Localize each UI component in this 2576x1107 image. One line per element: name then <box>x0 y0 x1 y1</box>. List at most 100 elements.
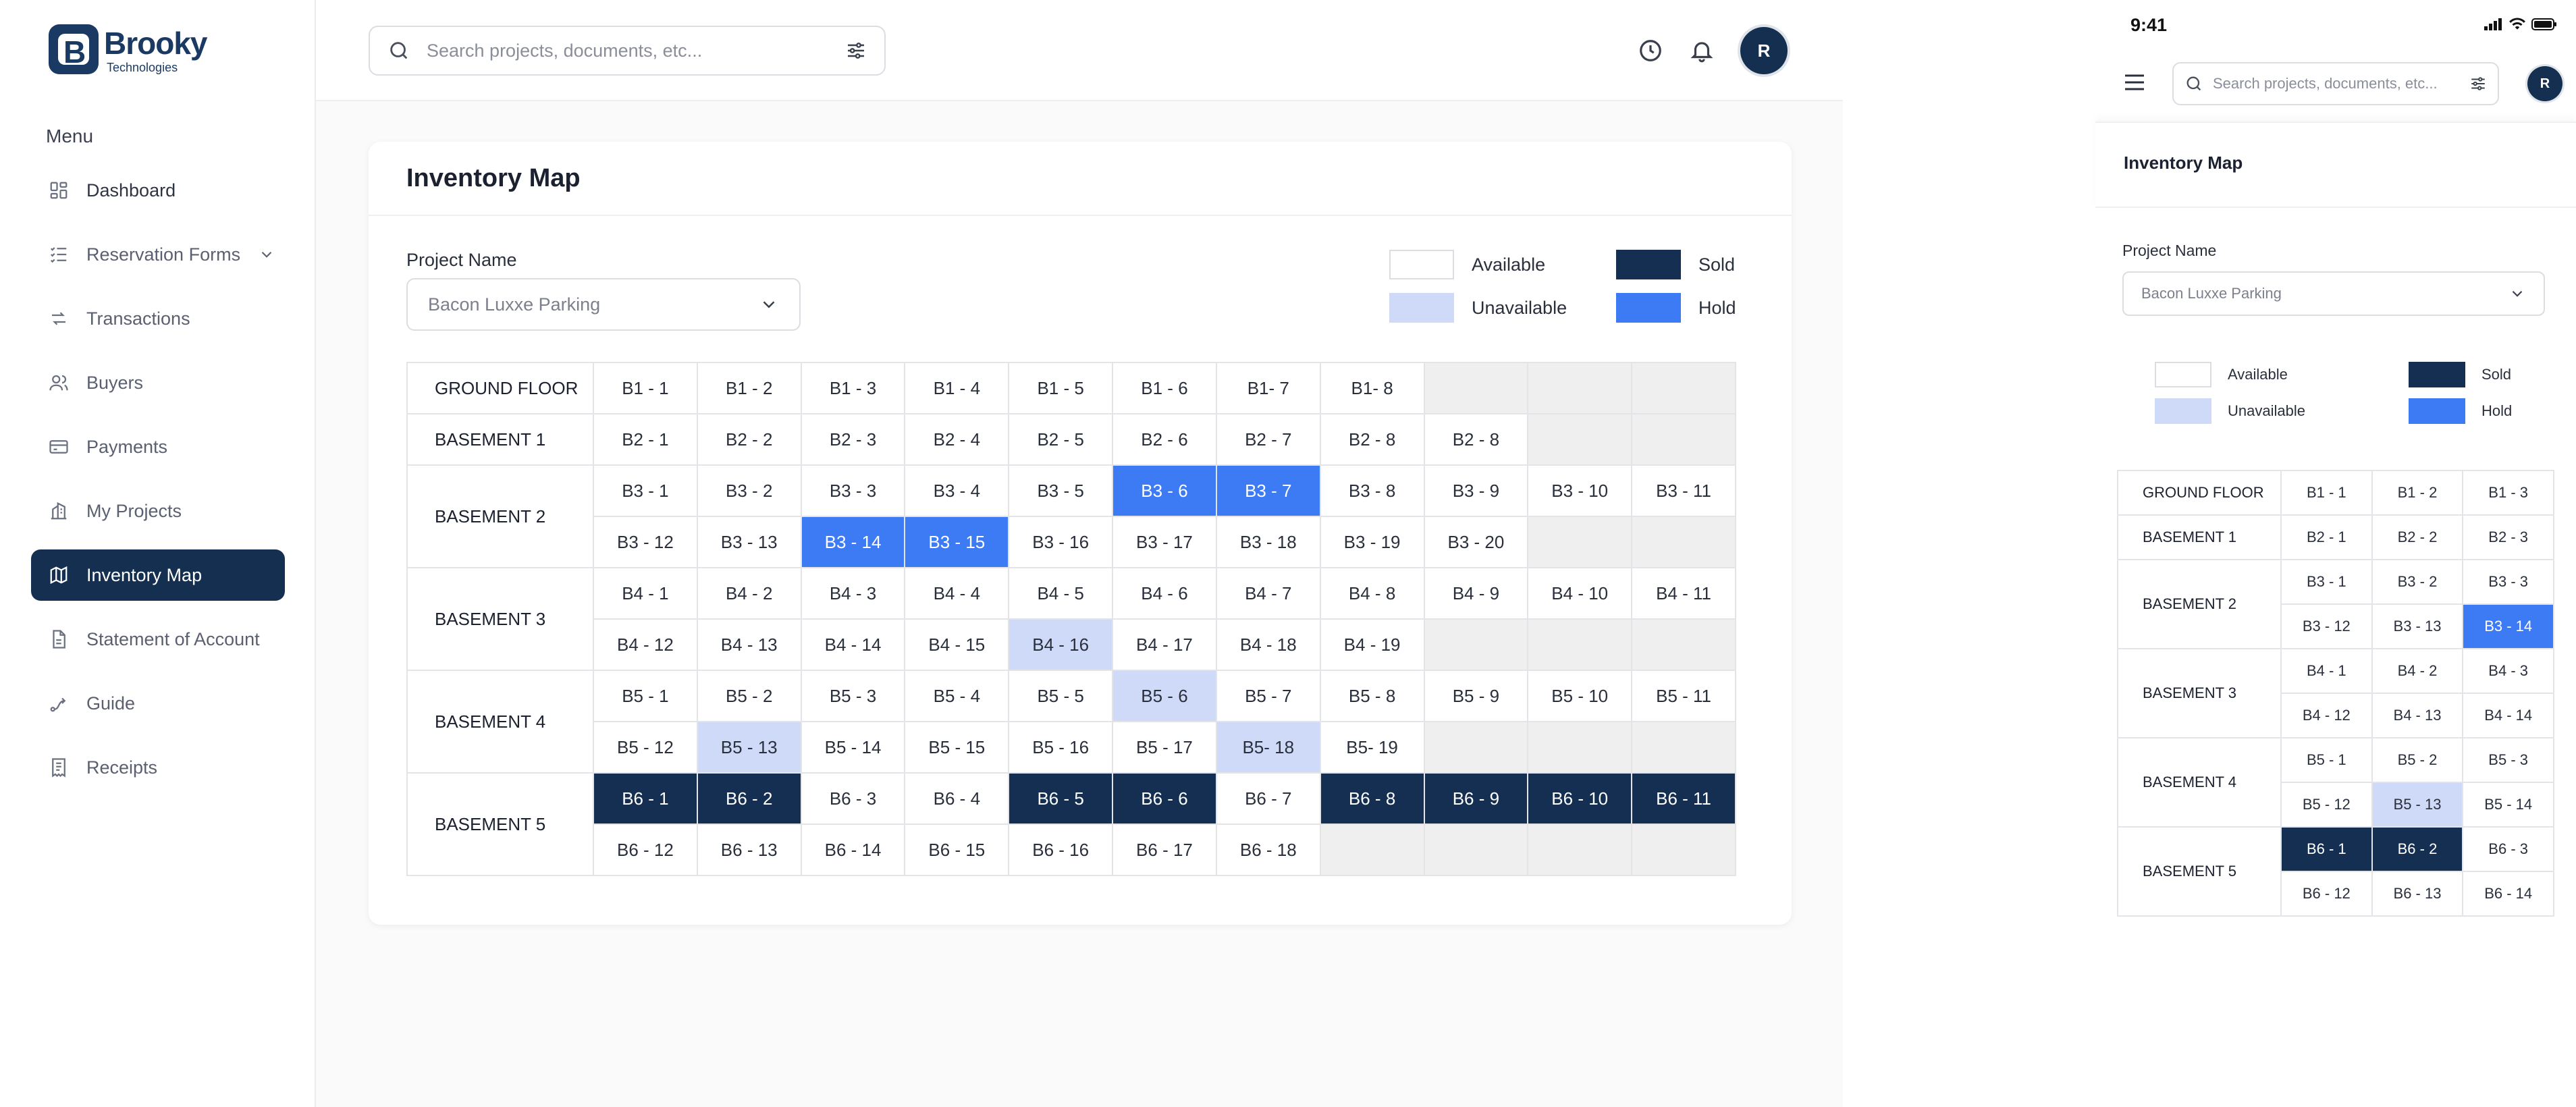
parking-slot-available[interactable]: B5 - 14 <box>800 721 906 774</box>
parking-slot-available[interactable]: B6 - 14 <box>2462 871 2554 917</box>
parking-slot-available[interactable]: B4 - 7 <box>1215 567 1321 620</box>
parking-slot-available[interactable]: B4 - 13 <box>696 618 802 671</box>
sidebar-item-my-projects[interactable]: My Projects <box>31 485 285 537</box>
parking-slot-available[interactable]: B6 - 3 <box>2462 826 2554 872</box>
parking-slot-available[interactable]: B3 - 17 <box>1112 516 1217 568</box>
parking-slot-available[interactable]: B6 - 18 <box>1215 824 1321 876</box>
parking-slot-available[interactable]: B5- 19 <box>1319 721 1425 774</box>
parking-slot-available[interactable]: B3 - 9 <box>1423 464 1529 517</box>
parking-slot-available[interactable]: B6 - 16 <box>1008 824 1114 876</box>
bell-icon[interactable] <box>1689 38 1715 63</box>
parking-slot-available[interactable]: B3 - 13 <box>2371 603 2464 649</box>
parking-slot-unavailable[interactable]: B5 - 13 <box>696 721 802 774</box>
parking-slot-available[interactable]: B3 - 2 <box>696 464 802 517</box>
parking-slot-available[interactable]: B4 - 12 <box>593 618 698 671</box>
parking-slot-sold[interactable]: B6 - 1 <box>593 772 698 825</box>
parking-slot-available[interactable]: B1 - 5 <box>1008 362 1114 414</box>
filter-icon[interactable] <box>845 40 867 61</box>
parking-slot-available[interactable]: B4 - 1 <box>2280 648 2373 694</box>
parking-slot-available[interactable]: B3 - 16 <box>1008 516 1114 568</box>
parking-slot-available[interactable]: B4 - 5 <box>1008 567 1114 620</box>
parking-slot-available[interactable]: B2 - 6 <box>1112 413 1217 466</box>
parking-slot-available[interactable]: B4 - 2 <box>2371 648 2464 694</box>
parking-slot-available[interactable]: B4 - 9 <box>1423 567 1529 620</box>
parking-slot-available[interactable]: B3 - 11 <box>1631 464 1736 517</box>
sidebar-item-guide[interactable]: Guide <box>31 678 285 729</box>
parking-slot-available[interactable]: B6 - 12 <box>593 824 698 876</box>
parking-slot-available[interactable]: B3 - 19 <box>1319 516 1425 568</box>
parking-slot-available[interactable]: B1 - 6 <box>1112 362 1217 414</box>
parking-slot-unavailable[interactable]: B5 - 6 <box>1112 670 1217 722</box>
parking-slot-hold[interactable]: B3 - 14 <box>2462 603 2554 649</box>
parking-slot-available[interactable]: B4 - 3 <box>800 567 906 620</box>
parking-slot-sold[interactable]: B6 - 11 <box>1631 772 1736 825</box>
search-input[interactable]: Search projects, documents, etc... <box>2172 62 2499 105</box>
parking-slot-available[interactable]: B3 - 18 <box>1215 516 1321 568</box>
parking-slot-available[interactable]: B5 - 15 <box>904 721 1010 774</box>
parking-slot-available[interactable]: B2 - 3 <box>800 413 906 466</box>
parking-slot-available[interactable]: B5 - 14 <box>2462 782 2554 828</box>
parking-slot-available[interactable]: B4 - 1 <box>593 567 698 620</box>
parking-slot-available[interactable]: B1 - 2 <box>2371 470 2464 516</box>
parking-slot-available[interactable]: B4 - 13 <box>2371 693 2464 738</box>
parking-slot-available[interactable]: B4 - 11 <box>1631 567 1736 620</box>
parking-slot-available[interactable]: B6 - 17 <box>1112 824 1217 876</box>
history-icon[interactable] <box>1638 38 1663 63</box>
parking-slot-available[interactable]: B5 - 1 <box>593 670 698 722</box>
parking-slot-sold[interactable]: B6 - 9 <box>1423 772 1529 825</box>
parking-slot-available[interactable]: B6 - 3 <box>800 772 906 825</box>
parking-slot-sold[interactable]: B6 - 5 <box>1008 772 1114 825</box>
parking-slot-available[interactable]: B1 - 1 <box>2280 470 2373 516</box>
parking-slot-unavailable[interactable]: B4 - 16 <box>1008 618 1114 671</box>
parking-slot-available[interactable]: B2 - 5 <box>1008 413 1114 466</box>
parking-slot-sold[interactable]: B6 - 1 <box>2280 826 2373 872</box>
hamburger-menu-icon[interactable] <box>2124 73 2145 92</box>
parking-slot-available[interactable]: B4 - 2 <box>696 567 802 620</box>
parking-slot-available[interactable]: B2 - 7 <box>1215 413 1321 466</box>
parking-slot-available[interactable]: B2 - 8 <box>1319 413 1425 466</box>
parking-slot-sold[interactable]: B6 - 2 <box>696 772 802 825</box>
parking-slot-available[interactable]: B5 - 5 <box>1008 670 1114 722</box>
parking-slot-unavailable[interactable]: B5- 18 <box>1215 721 1321 774</box>
parking-slot-available[interactable]: B2 - 2 <box>2371 514 2464 560</box>
parking-slot-available[interactable]: B2 - 8 <box>1423 413 1529 466</box>
parking-slot-sold[interactable]: B6 - 2 <box>2371 826 2464 872</box>
avatar[interactable]: R <box>2527 66 2562 101</box>
parking-slot-available[interactable]: B3 - 20 <box>1423 516 1529 568</box>
parking-slot-available[interactable]: B5 - 16 <box>1008 721 1114 774</box>
parking-slot-available[interactable]: B2 - 1 <box>593 413 698 466</box>
parking-slot-available[interactable]: B3 - 1 <box>2280 559 2373 605</box>
parking-slot-available[interactable]: B4 - 18 <box>1215 618 1321 671</box>
parking-slot-available[interactable]: B3 - 1 <box>593 464 698 517</box>
parking-slot-available[interactable]: B6 - 7 <box>1215 772 1321 825</box>
parking-slot-available[interactable]: B5 - 1 <box>2280 737 2373 783</box>
parking-slot-available[interactable]: B5 - 12 <box>593 721 698 774</box>
parking-slot-available[interactable]: B5 - 3 <box>2462 737 2554 783</box>
parking-slot-hold[interactable]: B3 - 7 <box>1215 464 1321 517</box>
filter-icon[interactable] <box>2469 75 2487 92</box>
parking-slot-available[interactable]: B5 - 9 <box>1423 670 1529 722</box>
parking-slot-available[interactable]: B4 - 17 <box>1112 618 1217 671</box>
parking-slot-available[interactable]: B1- 7 <box>1215 362 1321 414</box>
parking-slot-available[interactable]: B5 - 7 <box>1215 670 1321 722</box>
parking-slot-available[interactable]: B1- 8 <box>1319 362 1425 414</box>
parking-slot-available[interactable]: B2 - 2 <box>696 413 802 466</box>
parking-slot-available[interactable]: B5 - 8 <box>1319 670 1425 722</box>
parking-slot-hold[interactable]: B3 - 15 <box>904 516 1010 568</box>
sidebar-item-statement-of-account[interactable]: Statement of Account <box>31 614 285 665</box>
sidebar-item-transactions[interactable]: Transactions <box>31 293 285 344</box>
parking-slot-sold[interactable]: B6 - 8 <box>1319 772 1425 825</box>
project-select[interactable]: Bacon Luxxe Parking <box>406 278 801 331</box>
sidebar-item-dashboard[interactable]: Dashboard <box>31 165 285 216</box>
parking-slot-available[interactable]: B4 - 3 <box>2462 648 2554 694</box>
parking-slot-available[interactable]: B3 - 3 <box>800 464 906 517</box>
parking-slot-available[interactable]: B3 - 5 <box>1008 464 1114 517</box>
parking-slot-sold[interactable]: B6 - 10 <box>1527 772 1633 825</box>
parking-slot-available[interactable]: B5 - 11 <box>1631 670 1736 722</box>
avatar[interactable]: R <box>1740 27 1788 74</box>
parking-slot-available[interactable]: B4 - 10 <box>1527 567 1633 620</box>
parking-slot-available[interactable]: B6 - 13 <box>696 824 802 876</box>
parking-slot-available[interactable]: B3 - 2 <box>2371 559 2464 605</box>
parking-slot-hold[interactable]: B3 - 14 <box>800 516 906 568</box>
parking-slot-unavailable[interactable]: B5 - 13 <box>2371 782 2464 828</box>
